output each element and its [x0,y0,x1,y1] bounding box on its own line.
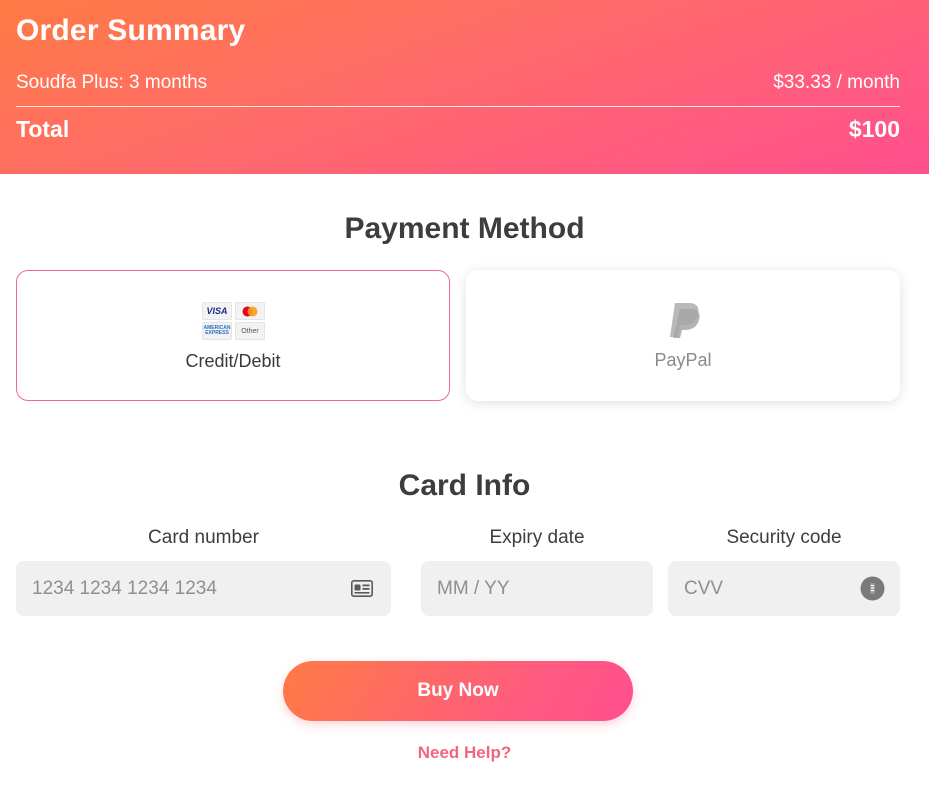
card-brands-icon: VISA AMERICAN EXPRESS Other [202,302,266,340]
card-info-title: Card Info [398,469,531,502]
order-divider [16,106,900,107]
expiry-date-placeholder: MM / YY [437,577,510,599]
expiry-date-input[interactable]: MM / YY [421,561,653,616]
paypal-icon [670,303,700,338]
security-code-input[interactable]: CVV [668,561,900,616]
order-summary-title: Order Summary [16,14,246,47]
other-card-logo-icon: Other [235,322,265,340]
visa-logo-icon: VISA [202,302,232,320]
order-line-item: Soudfa Plus: 3 months $33.33 / month [16,72,900,94]
info-icon[interactable] [860,576,885,601]
buy-now-button[interactable]: Buy Now [283,661,633,721]
mastercard-logo-icon [235,302,265,320]
payment-option-paypal[interactable]: PayPal [466,270,900,401]
order-summary-header: Order Summary Soudfa Plus: 3 months $33.… [0,0,929,174]
amex-logo-icon: AMERICAN EXPRESS [202,322,232,340]
order-total-row: Total $100 [16,116,900,143]
card-number-label: Card number [148,527,259,548]
order-item-label: Soudfa Plus: 3 months [16,72,208,93]
payment-option-label: Credit/Debit [185,351,281,371]
need-help-link[interactable]: Need Help? [0,743,929,763]
card-number-placeholder: 1234 1234 1234 1234 [32,577,217,599]
expiry-date-label: Expiry date [489,527,585,548]
card-icon [351,580,373,597]
security-code-placeholder: CVV [684,577,724,599]
order-item-price: $33.33 / month [773,72,900,93]
payment-option-credit-debit[interactable]: VISA AMERICAN EXPRESS Other Credit/Debit [16,270,450,401]
card-number-input[interactable]: 1234 1234 1234 1234 [16,561,391,616]
security-code-label: Security code [726,527,842,548]
order-total-label: Total [16,116,70,142]
order-total-value: $100 [848,116,900,142]
payment-option-label: PayPal [654,350,712,370]
payment-method-title: Payment Method [344,212,585,245]
